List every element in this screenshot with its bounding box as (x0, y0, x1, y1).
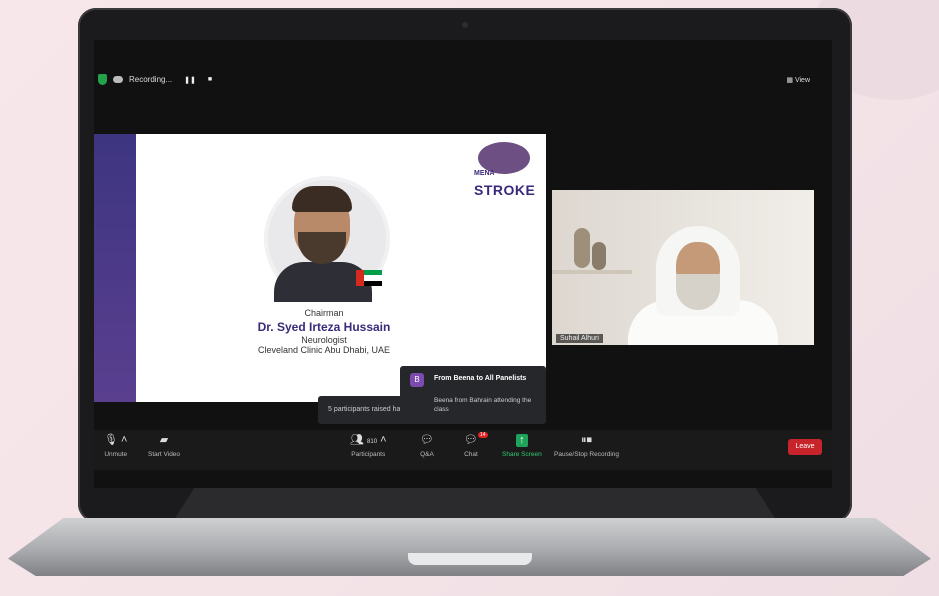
chat-notification-title: From Beena to All Panelists (434, 375, 527, 382)
leave-button[interactable]: Leave (788, 439, 822, 455)
avatar: B (410, 373, 424, 387)
chat-notification[interactable]: B From Beena to All Panelists Beena from… (400, 366, 546, 424)
unmute-button[interactable]: 🎙︎ ˄ Unmute (104, 434, 127, 458)
chat-badge: 14 (478, 432, 488, 438)
video-shelf (552, 270, 632, 274)
video-off-icon: ▰ (159, 434, 169, 446)
microphone-muted-icon: 🎙︎ ˄ (104, 434, 128, 446)
participants-label: Participants (351, 451, 386, 458)
chat-icon: 💬︎ (464, 434, 478, 446)
meeting-toolbar: 🎙︎ ˄ Unmute ▰ Start Video 👥︎ 810 ˄ Parti… (94, 430, 832, 470)
slide-heading: Chairman (304, 308, 344, 318)
video-vase (592, 242, 606, 270)
speaker-role: Neurologist (301, 335, 347, 345)
participants-icon: 👥︎ 810 ˄ (350, 434, 387, 446)
participants-button[interactable]: 👥︎ 810 ˄ Participants (350, 434, 387, 458)
pause-stop-label: Pause/Stop Recording (554, 451, 620, 458)
share-screen-icon: ↑ (515, 434, 528, 447)
start-video-button[interactable]: ▰ Start Video (148, 434, 180, 458)
qa-label: Q&A (420, 451, 434, 458)
pause-stop-icon: ⏸︎⏹︎ (581, 434, 593, 446)
zoom-window: Recording... ❚❚ ■ ▦ View MENA STROKE Cha… (94, 40, 832, 488)
participant-video-tile[interactable]: Suhail Alhuri (552, 190, 814, 345)
chat-button[interactable]: 💬︎ 14 Chat (464, 432, 488, 458)
start-video-label: Start Video (148, 451, 181, 458)
chat-notification-message: Beena from Bahrain attending the class (434, 397, 532, 413)
chat-label: Chat (464, 451, 478, 458)
shared-screen-slide: MENA STROKE Chairman Dr. Syed Irteza Hus… (94, 134, 546, 402)
mena-stroke-logo: MENA STROKE (472, 142, 536, 206)
recording-indicator: Recording... ❚❚ ■ (98, 74, 212, 85)
participants-count: 810 (367, 439, 378, 445)
speaker-institution: Cleveland Clinic Abu Dhabi, UAE (257, 345, 391, 355)
qa-icon: 💬︎ (420, 434, 434, 446)
laptop-notch (408, 553, 532, 565)
recording-label: Recording... (129, 75, 173, 84)
pause-stop-recording-button[interactable]: ⏸︎⏹︎ Pause/Stop Recording (554, 434, 619, 458)
share-screen-label: Share Screen (502, 451, 542, 458)
video-vase (574, 228, 590, 268)
participant-name-tag: Suhail Alhuri (556, 334, 603, 343)
slide-decoration (94, 134, 136, 402)
view-label: View (794, 77, 810, 84)
uae-flag-icon (356, 270, 382, 286)
logo-mena-text: MENA (474, 170, 495, 177)
shield-icon[interactable] (98, 74, 107, 85)
qa-button[interactable]: 💬︎ Q&A (420, 434, 434, 458)
unmute-label: Unmute (104, 451, 128, 458)
logo-stroke-text: STROKE (474, 182, 536, 198)
speaker-hair (292, 186, 352, 212)
meeting-topbar: Recording... ❚❚ ■ ▦ View (94, 68, 832, 94)
cloud-icon (113, 76, 123, 83)
speaker-name: Dr. Syed Irteza Hussain (257, 320, 391, 334)
laptop-base (8, 518, 931, 576)
share-screen-button[interactable]: ↑ Share Screen (502, 434, 542, 458)
pause-recording-icon[interactable]: ❚❚ (184, 76, 196, 84)
webcam (462, 22, 468, 28)
view-button[interactable]: ▦ View (786, 76, 810, 84)
stop-recording-icon[interactable]: ■ (208, 76, 212, 83)
